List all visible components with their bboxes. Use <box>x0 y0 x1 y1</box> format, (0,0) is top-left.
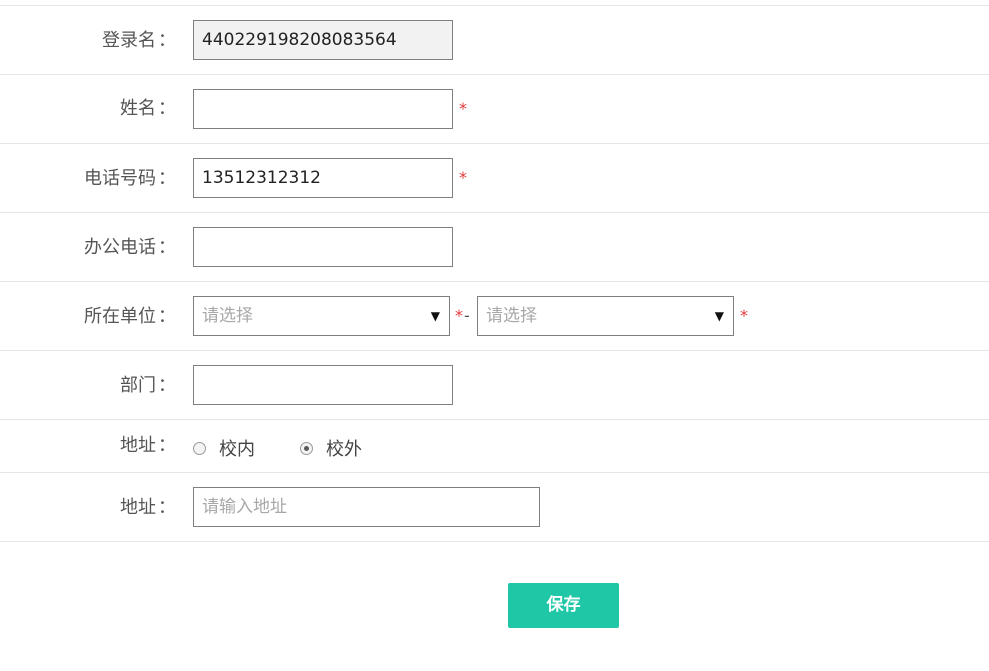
radio-off-campus-label: 校外 <box>326 439 362 460</box>
radio-on-campus[interactable]: 校内 <box>193 435 255 461</box>
unit-select[interactable]: 请选择 ▼ <box>193 296 450 336</box>
form-row-address-type: 地址： 校内 校外 <box>0 420 989 473</box>
form-row-unit: 所在单位： 请选择 ▼ * - 请选择 ▼ * <box>0 282 989 351</box>
office-phone-label: 办公电话： <box>84 236 176 260</box>
colon: ： <box>158 435 176 456</box>
radio-on-campus-label: 校内 <box>219 439 255 460</box>
colon: ： <box>158 168 176 189</box>
dropdown-caret-icon: ▼ <box>714 309 724 323</box>
name-label-text: 姓名 <box>120 98 156 119</box>
address-label-text: 地址 <box>120 497 156 518</box>
login-name-label-text: 登录名 <box>102 30 156 51</box>
office-phone-field[interactable] <box>193 227 453 267</box>
department-label-text: 部门 <box>120 375 156 396</box>
colon: ： <box>158 30 176 51</box>
required-marker: * <box>740 306 748 325</box>
form-row-department: 部门： <box>0 351 989 420</box>
colon: ： <box>158 98 176 119</box>
address-type-label-text: 地址 <box>120 435 156 456</box>
unit-select-placeholder: 请选择 <box>202 306 253 326</box>
sub-unit-select-placeholder: 请选择 <box>486 306 537 326</box>
form-row-name: 姓名： * <box>0 75 989 144</box>
form-row-phone: 电话号码： 13512312312 * <box>0 144 989 213</box>
phone-label: 电话号码： <box>84 167 176 191</box>
colon: ： <box>158 375 176 396</box>
colon: ： <box>158 237 176 258</box>
form-row-address: 地址： 请输入地址 <box>0 473 989 542</box>
office-phone-label-text: 办公电话 <box>84 237 156 258</box>
required-marker: * <box>459 168 467 187</box>
unit-label: 所在单位： <box>84 305 176 329</box>
address-input[interactable]: 请输入地址 <box>193 487 540 527</box>
login-name-label: 登录名： <box>102 29 176 53</box>
name-field[interactable] <box>193 89 453 129</box>
unit-separator: - <box>464 306 470 325</box>
required-marker: * <box>459 99 467 118</box>
unit-label-text: 所在单位 <box>84 306 156 327</box>
radio-checked-icon <box>300 441 313 455</box>
required-marker: * <box>455 306 463 325</box>
phone-label-text: 电话号码 <box>84 168 156 189</box>
colon: ： <box>158 497 176 518</box>
login-name-field[interactable]: 440229198208083564 <box>193 20 453 60</box>
radio-off-campus[interactable]: 校外 <box>300 435 362 461</box>
dropdown-caret-icon: ▼ <box>430 309 440 323</box>
department-field[interactable] <box>193 365 453 405</box>
form-row-office-phone: 办公电话： <box>0 213 989 282</box>
address-label: 地址： <box>120 496 176 520</box>
sub-unit-select[interactable]: 请选择 ▼ <box>477 296 734 336</box>
radio-unchecked-icon <box>193 441 206 455</box>
form-row-login-name: 登录名： 440229198208083564 <box>0 6 989 75</box>
department-label: 部门： <box>120 374 176 398</box>
address-type-label: 地址： <box>120 434 176 458</box>
phone-field[interactable]: 13512312312 <box>193 158 453 198</box>
colon: ： <box>158 306 176 327</box>
name-label: 姓名： <box>120 97 176 121</box>
save-button[interactable]: 保存 <box>508 583 619 628</box>
